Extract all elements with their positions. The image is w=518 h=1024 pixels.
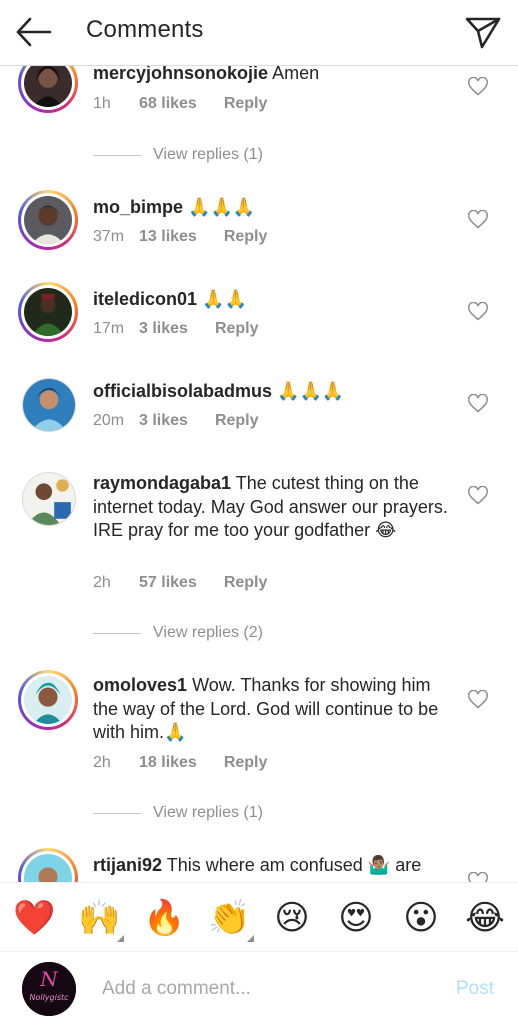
like-heart-icon[interactable] (468, 485, 488, 506)
comment-time: 2h (93, 574, 111, 591)
page-title: Comments (86, 16, 204, 43)
view-replies-button[interactable]: View replies (1) (93, 146, 263, 164)
divider (93, 154, 141, 156)
fire-emoji-button[interactable]: 🔥 (143, 898, 185, 938)
comment-time: 20m (93, 412, 125, 429)
emoji-reaction-bar: ❤️ 🙌 🔥 👏 😢 😍 😮 😂 (0, 882, 518, 952)
comment-text: mo_bimpe 🙏🙏🙏 (93, 196, 453, 220)
crying-face-emoji-button[interactable]: 😢 (272, 898, 312, 938)
reply-button[interactable]: Reply (224, 574, 268, 592)
view-replies-button[interactable]: View replies (1) (93, 804, 263, 822)
comment-likes[interactable]: 68 likes (139, 95, 197, 113)
like-heart-icon[interactable] (468, 76, 488, 97)
comment-meta: 20m 3 likes Reply (93, 412, 259, 430)
my-avatar: N Nollygistc (22, 962, 76, 1016)
comment-username[interactable]: omoloves1 (93, 675, 187, 695)
avatar[interactable] (18, 190, 78, 250)
comment-text: raymondagaba1 The cutest thing on the in… (93, 472, 453, 543)
comment-text: iteledicon01 🙏🙏 (93, 288, 453, 312)
clapping-hands-emoji-button[interactable]: 👏 (208, 898, 254, 942)
avatar[interactable] (22, 378, 76, 432)
comment-time: 1h (93, 95, 111, 112)
comment-text: officialbisolabadmus 🙏🙏🙏 (93, 380, 453, 404)
reply-button[interactable]: Reply (224, 754, 268, 772)
like-heart-icon[interactable] (468, 393, 488, 414)
raising-hands-emoji-icon: 🙌 (78, 899, 121, 937)
post-button[interactable]: Post (456, 978, 494, 1000)
back-arrow-icon[interactable] (14, 14, 54, 50)
skin-tone-indicator-icon (247, 935, 254, 942)
comment-text: rtijani92 This where am confused 🤷🏽‍♂️ a… (93, 854, 453, 878)
avatar[interactable] (18, 670, 78, 730)
raising-hands-emoji-button[interactable]: 🙌 (78, 898, 124, 942)
comment-time: 17m (93, 320, 125, 337)
tears-of-joy-emoji-button[interactable]: 😂 (465, 898, 505, 938)
comment-body: Amen (272, 63, 320, 83)
comment-composer: N Nollygistc Post (0, 952, 518, 1024)
comment-input[interactable] (102, 974, 432, 1004)
comment-meta: 17m 3 likes Reply (93, 320, 259, 338)
comment-time: 2h (93, 754, 111, 771)
comment-username[interactable]: mercyjohnsonokojie (93, 63, 268, 83)
like-heart-icon[interactable] (468, 689, 488, 710)
comment-meta: 2h 57 likes Reply (93, 574, 267, 592)
surprised-face-emoji-button[interactable]: 😮 (401, 898, 441, 938)
clapping-hands-emoji-icon: 👏 (208, 899, 251, 937)
view-replies-button[interactable]: View replies (2) (93, 624, 263, 642)
avatar-logo-text: Nollygistc (29, 993, 69, 1002)
view-replies-label: View replies (1) (153, 146, 263, 163)
comment-likes[interactable]: 3 likes (139, 320, 188, 338)
comment-body: 🙏🙏 (202, 289, 247, 309)
reply-button[interactable]: Reply (215, 412, 259, 430)
like-heart-icon[interactable] (468, 871, 488, 882)
comment-username[interactable]: iteledicon01 (93, 289, 197, 309)
comment-text: omoloves1 Wow. Thanks for showing him th… (93, 674, 453, 745)
comments-list[interactable]: mercyjohnsonokojie Amen 1h 68 likes Repl… (0, 40, 518, 882)
comment-likes[interactable]: 18 likes (139, 754, 197, 772)
comment-username[interactable]: rtijani92 (93, 855, 162, 875)
reply-button[interactable]: Reply (224, 95, 268, 113)
comment-body: 🙏🙏🙏 (188, 197, 256, 217)
comment-meta: 2h 18 likes Reply (93, 754, 267, 772)
divider (93, 812, 141, 814)
like-heart-icon[interactable] (468, 301, 488, 322)
paper-plane-icon[interactable] (464, 13, 502, 51)
divider (93, 632, 141, 634)
comment-likes[interactable]: 57 likes (139, 574, 197, 592)
reply-button[interactable]: Reply (224, 228, 268, 246)
skin-tone-indicator-icon (117, 935, 124, 942)
comment-meta: 1h 68 likes Reply (93, 95, 267, 113)
comment-likes[interactable]: 13 likes (139, 228, 197, 246)
reply-button[interactable]: Reply (215, 320, 259, 338)
like-heart-icon[interactable] (468, 209, 488, 230)
comment-body: 🙏🙏🙏 (277, 381, 345, 401)
comment-username[interactable]: mo_bimpe (93, 197, 183, 217)
view-replies-label: View replies (2) (153, 624, 263, 641)
comment-likes[interactable]: 3 likes (139, 412, 188, 430)
svg-text:N: N (39, 967, 59, 991)
top-bar: Comments (0, 0, 518, 66)
avatar[interactable] (22, 472, 76, 526)
avatar[interactable] (18, 282, 78, 342)
avatar[interactable] (18, 848, 78, 882)
comment-username[interactable]: raymondagaba1 (93, 473, 231, 493)
view-replies-label: View replies (1) (153, 804, 263, 821)
comment-time: 37m (93, 228, 125, 245)
comment-meta: 37m 13 likes Reply (93, 228, 267, 246)
heart-eyes-emoji-button[interactable]: 😍 (336, 898, 376, 938)
comment-body: This where am confused 🤷🏽‍♂️ are (166, 855, 422, 875)
red-heart-emoji-button[interactable]: ❤️ (13, 898, 55, 938)
comment-username[interactable]: officialbisolabadmus (93, 381, 272, 401)
